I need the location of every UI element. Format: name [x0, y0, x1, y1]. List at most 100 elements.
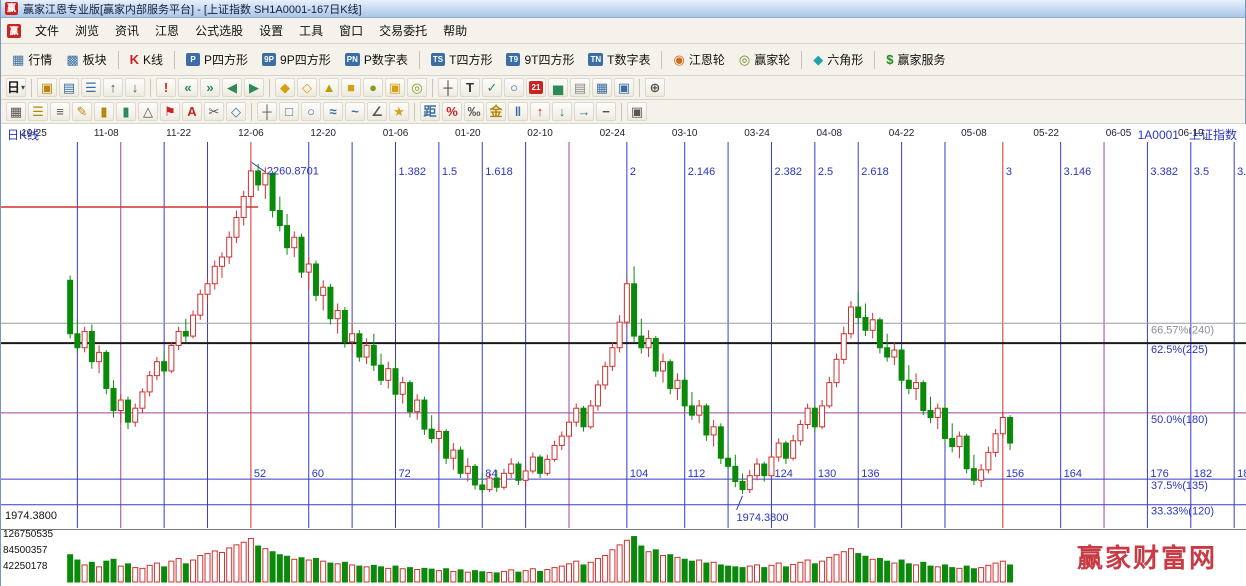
magnifier-icon[interactable]: ○ — [504, 78, 524, 97]
menu-help[interactable]: 帮助 — [435, 18, 475, 43]
up-arrow-icon[interactable]: ↑ — [103, 78, 123, 97]
gann-angles-icon[interactable]: ◆ — [275, 78, 295, 97]
winner-service-button[interactable]: $赢家服务 — [879, 47, 952, 72]
period-day-selector[interactable]: 日▾ — [6, 78, 26, 97]
first-page-icon[interactable]: « — [178, 78, 198, 97]
hexagon-button[interactable]: ◆六角形 — [806, 47, 870, 72]
volume-bar — [386, 568, 391, 582]
t-square-button[interactable]: TST四方形 — [424, 47, 500, 72]
grid-icon[interactable]: ▦ — [6, 102, 26, 121]
candle — [581, 406, 586, 432]
up-red-icon[interactable]: ↑ — [530, 102, 550, 121]
gann-box-icon[interactable]: ■ — [341, 78, 361, 97]
nine-p-square-button[interactable]: 9P9P四方形 — [255, 47, 338, 72]
date-tick-label: 06-05 — [1106, 128, 1132, 139]
star-tool-icon[interactable]: ★ — [389, 102, 409, 121]
note-icon[interactable]: ▤ — [570, 78, 590, 97]
channel-icon-icon: ‖ — [515, 105, 521, 118]
triangle-tool-icon[interactable]: △ — [138, 102, 158, 121]
gann-time-lines: 52607284104112124130136156164176182188 — [77, 142, 1246, 528]
volume-bar — [82, 565, 87, 582]
hexagon-button-label: 六角形 — [827, 51, 863, 68]
menu-window[interactable]: 窗口 — [331, 18, 371, 43]
gann-fan-icon[interactable]: ▲ — [319, 78, 339, 97]
p-square-button[interactable]: PP四方形 — [179, 47, 255, 72]
last-page-icon[interactable]: » — [200, 78, 220, 97]
next-page-icon[interactable]: ▶ — [244, 78, 264, 97]
gann-wheel24-icon[interactable]: ◎ — [407, 78, 427, 97]
menu-file[interactable]: 文件 — [27, 18, 67, 43]
quotes-button-icon: ▦ — [12, 53, 24, 66]
p-number-table-button-label: P数字表 — [364, 51, 408, 68]
calendar-icon[interactable]: ▦ — [592, 78, 612, 97]
menu-view[interactable]: 浏览 — [67, 18, 107, 43]
channel-icon[interactable]: ‖ — [508, 102, 528, 121]
candle — [473, 464, 478, 490]
bar-chart-icon[interactable]: ▅ — [548, 78, 568, 97]
menu-tools[interactable]: 工具 — [291, 18, 331, 43]
quotes-button[interactable]: ▦行情 — [5, 47, 59, 72]
save-icon[interactable]: ▣ — [614, 78, 634, 97]
menu-gann[interactable]: 江恩 — [147, 18, 187, 43]
gann-circle-icon[interactable]: ● — [363, 78, 383, 97]
elliott-wave-icon-icon: ~ — [351, 105, 359, 118]
cylinder-icon[interactable]: ▮ — [94, 102, 114, 121]
text-a-icon[interactable]: A — [182, 102, 202, 121]
menu-news[interactable]: 资讯 — [107, 18, 147, 43]
t-number-table-button[interactable]: TNT数字表 — [581, 47, 657, 72]
scissors-icon[interactable]: ✂ — [204, 102, 224, 121]
cylinder-green-icon[interactable]: ▮ — [116, 102, 136, 121]
crosshair-icon[interactable]: ┼ — [438, 78, 458, 97]
gann-grid-icon[interactable]: ◇ — [297, 78, 317, 97]
wave-tool-icon[interactable]: ≈ — [323, 102, 343, 121]
list-icon[interactable]: ☰ — [81, 78, 101, 97]
calendar-21-icon[interactable]: 21 — [526, 78, 546, 97]
gann-square9-icon[interactable]: ▣ — [385, 78, 405, 97]
golden-section-icon[interactable]: 金 — [486, 102, 506, 121]
nine-t-square-button[interactable]: T99T四方形 — [499, 47, 581, 72]
settings-icon[interactable]: ⊕ — [645, 78, 665, 97]
zoom-out-icon[interactable]: − — [596, 102, 616, 121]
rect-tool-icon[interactable]: □ — [279, 102, 299, 121]
title-bar[interactable]: 赢 赢家江恩专业版[赢家内部服务平台] - [上证指数 SH1A0001-167… — [1, 0, 1245, 18]
volume-bar — [501, 571, 506, 582]
gann-wheel-button-icon: ◉ — [673, 53, 684, 66]
down-green-icon[interactable]: ↓ — [552, 102, 572, 121]
volume-bar — [957, 568, 962, 582]
kline-chart[interactable]: 5260728410411212413013615616417618218866… — [1, 124, 1246, 586]
multi-line-icon[interactable]: ≡ — [50, 102, 70, 121]
board-icon[interactable]: ▣ — [37, 78, 57, 97]
sectors-button[interactable]: ▩板块 — [59, 47, 113, 72]
volume-bar — [899, 560, 904, 582]
hline-tool-icon[interactable]: ☰ — [28, 102, 48, 121]
text-tool-icon[interactable]: T — [460, 78, 480, 97]
percent-icon[interactable]: % — [442, 102, 462, 121]
winner-wheel-button[interactable]: ◎赢家轮 — [732, 47, 797, 72]
chart-area[interactable]: 5260728410411212413013615616417618218866… — [1, 124, 1246, 586]
down-arrow-icon[interactable]: ↓ — [125, 78, 145, 97]
cross-cursor-icon[interactable]: ┼ — [257, 102, 277, 121]
lock-icon[interactable]: ▣ — [627, 102, 647, 121]
elliott-wave-icon[interactable]: ~ — [345, 102, 365, 121]
candle — [733, 455, 738, 488]
candle — [458, 447, 463, 478]
forward-icon[interactable]: → — [574, 102, 594, 121]
gann-wheel-button[interactable]: ◉江恩轮 — [666, 47, 731, 72]
menu-settings[interactable]: 设置 — [251, 18, 291, 43]
menu-trade-order[interactable]: 交易委托 — [371, 18, 435, 43]
prev-page-icon[interactable]: ◀ — [222, 78, 242, 97]
alert-icon[interactable]: ! — [156, 78, 176, 97]
menu-formula-stock-pick[interactable]: 公式选股 — [187, 18, 251, 43]
measure-icon[interactable]: 距 — [420, 102, 440, 121]
pencil-icon[interactable]: ✎ — [72, 102, 92, 121]
doc-icon[interactable]: ▤ — [59, 78, 79, 97]
permille-icon[interactable]: ‰ — [464, 102, 484, 121]
kline-button[interactable]: KK线 — [123, 47, 170, 72]
angle-tool-icon[interactable]: ∠ — [367, 102, 387, 121]
shape-icon[interactable]: ◇ — [226, 102, 246, 121]
p-number-table-button[interactable]: PNP数字表 — [338, 47, 415, 72]
cycle-tool-icon[interactable]: ○ — [301, 102, 321, 121]
candle — [892, 342, 897, 365]
flag-icon[interactable]: ⚑ — [160, 102, 180, 121]
check-icon[interactable]: ✓ — [482, 78, 502, 97]
